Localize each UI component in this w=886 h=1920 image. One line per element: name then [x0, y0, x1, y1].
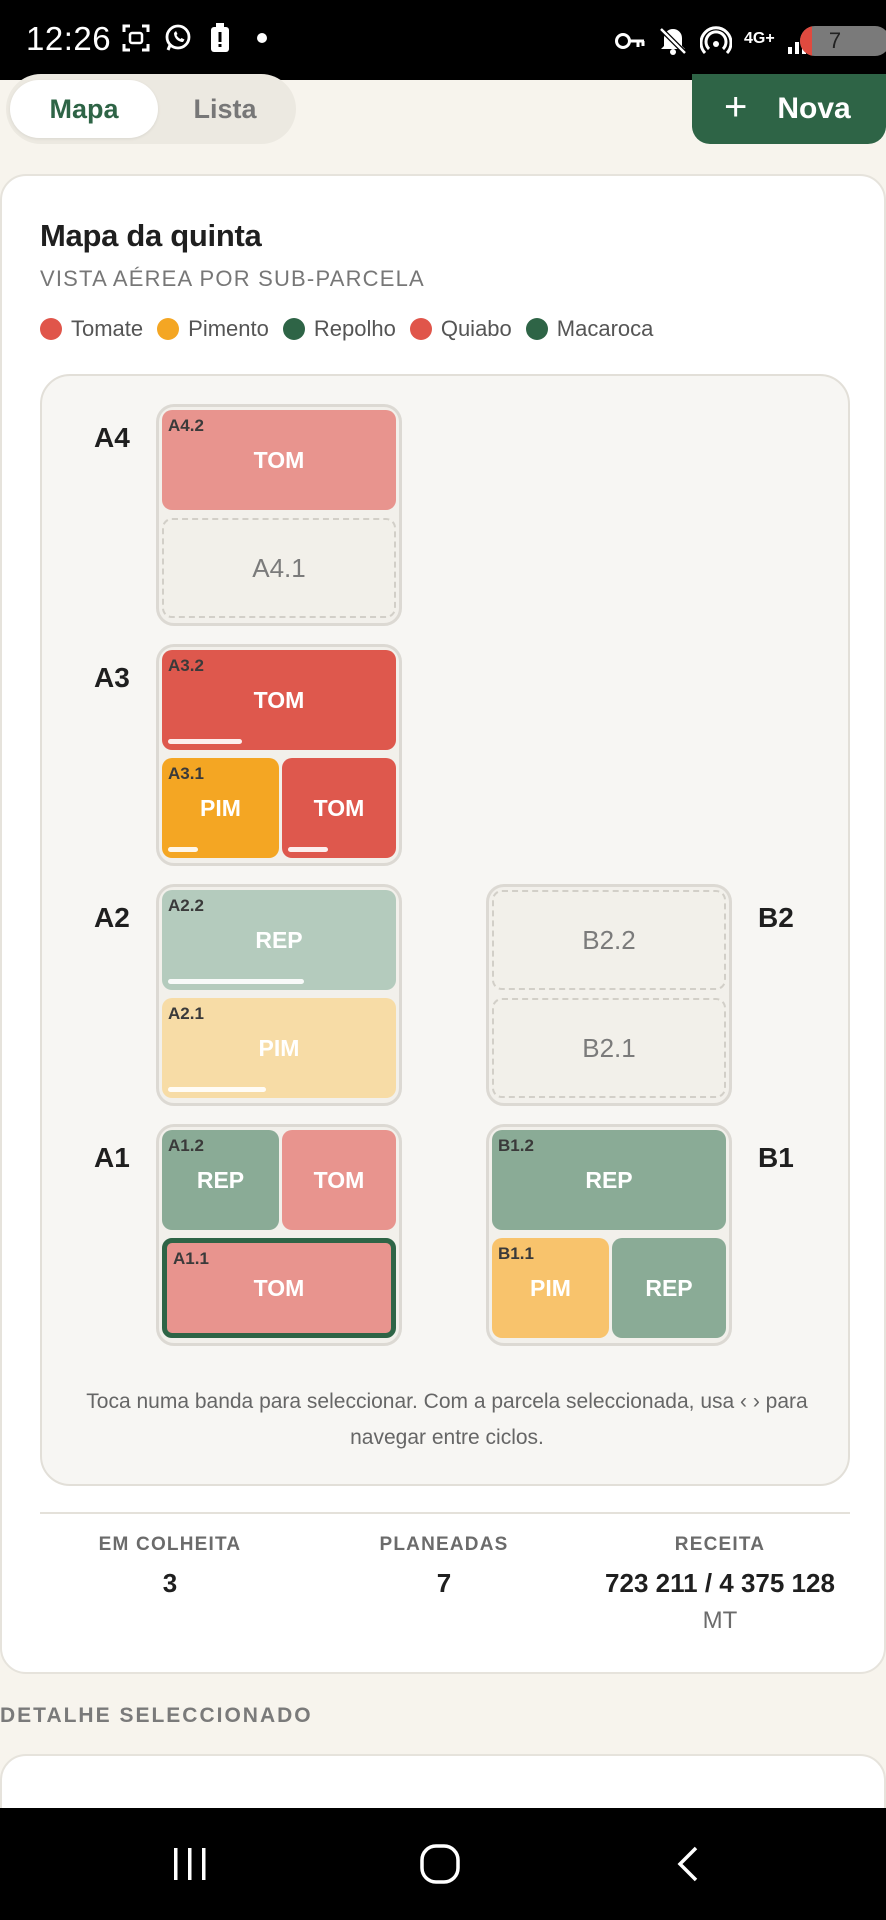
- band-a1-2-left[interactable]: A1.2 REP: [162, 1130, 279, 1230]
- farm-map: A4 A4.2 TOM A4.1 A3 A3.2 TOM A3.1 PIM TO…: [40, 374, 850, 1486]
- progress-bar: [288, 847, 328, 852]
- legend-dot: [40, 318, 62, 340]
- stat-harvest: EM COLHEITA 3: [98, 1534, 242, 1598]
- band-a3-1-left[interactable]: A3.1 PIM: [162, 758, 279, 858]
- system-nav-bar: [0, 1808, 886, 1920]
- whatsapp-icon: [162, 22, 194, 54]
- row-label-a4: A4: [94, 422, 130, 453]
- legend-item-macaroca: Macaroca: [525, 316, 653, 342]
- row-label-a3: A3: [94, 662, 130, 693]
- back-button[interactable]: [658, 1836, 718, 1892]
- band-b1-1-right[interactable]: REP: [612, 1238, 726, 1338]
- band-b1-2[interactable]: B1.2 REP: [492, 1130, 726, 1230]
- stat-planned: PLANEADAS 7: [379, 1534, 509, 1598]
- legend-item-tomate: Tomate: [40, 316, 143, 342]
- legend-dot: [282, 318, 305, 340]
- row-label-a2: A2: [94, 902, 130, 933]
- row-label-b1: B1: [758, 1142, 794, 1173]
- progress-bar: [168, 1087, 266, 1092]
- mute-icon: [658, 26, 688, 61]
- band-a3-2[interactable]: A3.2 TOM: [162, 650, 396, 750]
- row-label-a1: A1: [94, 1142, 130, 1173]
- vpn-key-icon: [614, 27, 646, 60]
- selected-detail-heading: DETALHE SELECCIONADO: [0, 1704, 313, 1727]
- legend-dot: [525, 318, 548, 340]
- progress-bar: [168, 847, 198, 852]
- legend-item-quiabo: Quiabo: [409, 316, 512, 342]
- farm-map-card: Mapa da quinta VISTA AÉREA POR SUB-PARCE…: [0, 174, 886, 1674]
- dot-icon: [246, 22, 278, 54]
- plot-a2: A2.2 REP A2.1 PIM: [156, 884, 402, 1106]
- card-title: Mapa da quinta: [40, 218, 262, 253]
- plot-b2: B2.2 B2.1: [486, 884, 732, 1106]
- legend-dot: [157, 318, 180, 340]
- band-b1-1-left[interactable]: B1.1 PIM: [492, 1238, 609, 1338]
- band-a4-2[interactable]: A4.2 TOM: [162, 410, 396, 510]
- home-button[interactable]: [410, 1836, 470, 1892]
- band-b2-2[interactable]: B2.2: [492, 890, 726, 990]
- status-time: 12:26: [26, 20, 112, 57]
- divider: [40, 1512, 850, 1514]
- tab-list[interactable]: Lista: [158, 80, 292, 138]
- battery-icon: 7: [800, 26, 886, 56]
- progress-bar: [168, 979, 304, 984]
- battery-alert-icon: [204, 22, 236, 54]
- legend-dot: [409, 318, 432, 340]
- legend-item-pimento: Pimento: [157, 316, 269, 342]
- band-a1-2-right[interactable]: TOM: [282, 1130, 396, 1230]
- new-button-label: Nova: [777, 92, 851, 125]
- legend-item-repolho: Repolho: [282, 316, 396, 342]
- view-toggle: Mapa Lista: [6, 74, 296, 144]
- back-icon: [677, 1846, 698, 1882]
- hotspot-icon: [699, 26, 733, 61]
- map-hint: Toca numa banda para seleccionar. Com a …: [86, 1390, 808, 1449]
- status-bar: 12:26 4G+ 7: [0, 0, 886, 80]
- band-a2-1[interactable]: A2.1 PIM: [162, 998, 396, 1098]
- plot-a1: A1.2 REP TOM A1.1 TOM: [156, 1124, 402, 1346]
- tab-map[interactable]: Mapa: [10, 80, 158, 138]
- recents-button[interactable]: [160, 1836, 220, 1892]
- stat-revenue: RECEITA 723 211 / 4 375 128 MT: [605, 1534, 835, 1634]
- progress-bar: [168, 739, 242, 744]
- network-type: 4G+: [744, 29, 775, 47]
- band-a1-1-selected[interactable]: A1.1 TOM: [162, 1238, 396, 1338]
- plot-a3: A3.2 TOM A3.1 PIM TOM: [156, 644, 402, 866]
- plus-icon: +: [724, 85, 748, 129]
- plot-b1: B1.2 REP B1.1 PIM REP: [486, 1124, 732, 1346]
- row-label-b2: B2: [758, 902, 794, 933]
- band-b2-1[interactable]: B2.1: [492, 998, 726, 1098]
- band-a2-2[interactable]: A2.2 REP: [162, 890, 396, 990]
- band-a4-1[interactable]: A4.1: [162, 518, 396, 618]
- recents-icon: [174, 1848, 206, 1880]
- new-button[interactable]: + Nova: [692, 74, 886, 144]
- crop-legend: Tomate Pimento Repolho Quiabo Macaroca: [40, 316, 653, 342]
- home-icon: [420, 1844, 460, 1884]
- card-subtitle: VISTA AÉREA POR SUB-PARCELA: [40, 266, 425, 291]
- screenshot-icon: [120, 22, 152, 54]
- band-a3-1-right[interactable]: TOM: [282, 758, 396, 858]
- plot-a4: A4.2 TOM A4.1: [156, 404, 402, 626]
